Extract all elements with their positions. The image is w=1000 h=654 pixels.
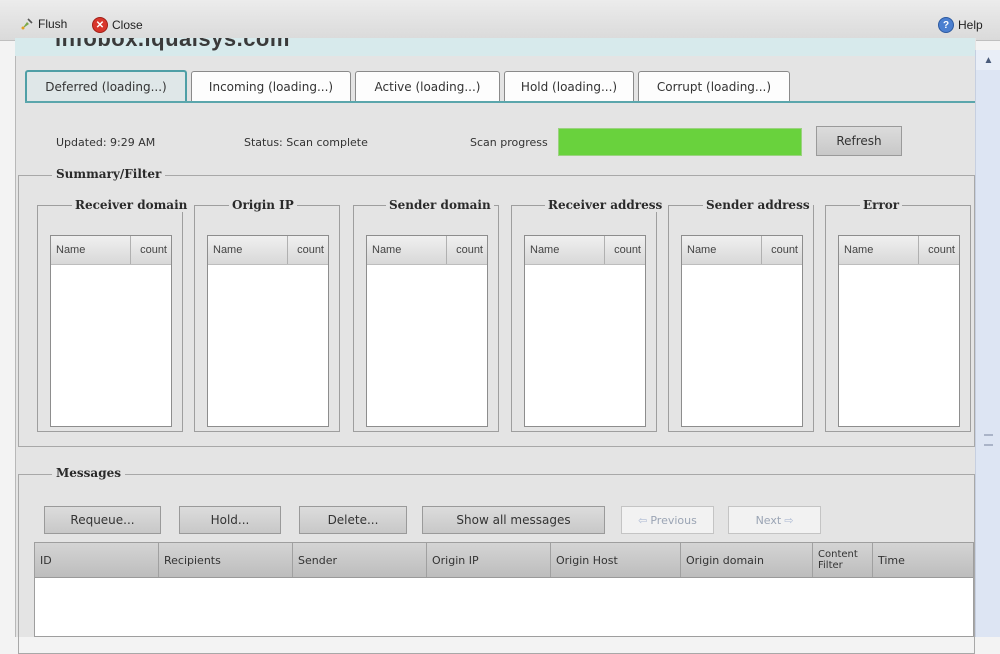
list-header: Name count (682, 236, 802, 265)
requeue-button[interactable]: Requeue... (44, 506, 161, 534)
flush-label: Flush (38, 17, 68, 31)
flush-icon (20, 17, 34, 31)
help-icon: ? (938, 17, 954, 33)
receiver-address-filter: Receiver address Name count (511, 198, 666, 432)
toolbar: Flush ✕ Close ? Help (0, 0, 1000, 41)
filter-title: Error (860, 198, 903, 212)
filter-list[interactable]: Name count (681, 235, 803, 427)
tab-deferred[interactable]: Deferred (loading...) (25, 70, 187, 101)
column-header-sender[interactable]: Sender (293, 543, 427, 577)
filter-title: Sender address (703, 198, 813, 212)
close-icon: ✕ (92, 17, 108, 33)
tab-label: Hold (loading...) (520, 80, 618, 94)
delete-label: Delete... (327, 513, 379, 527)
show-all-label: Show all messages (456, 513, 571, 527)
list-header: Name count (51, 236, 171, 265)
column-header-time[interactable]: Time (873, 543, 973, 577)
sender-domain-filter: Sender domain Name count (353, 198, 499, 432)
filter-list[interactable]: Name count (207, 235, 329, 427)
chevron-up-icon: ▲ (983, 54, 994, 66)
filter-list[interactable]: Name count (50, 235, 172, 427)
filter-title: Sender domain (386, 198, 494, 212)
tab-active[interactable]: Active (loading...) (355, 71, 500, 102)
scan-status: Status: Scan complete (244, 136, 368, 149)
help-label: Help (958, 18, 983, 32)
tab-hold[interactable]: Hold (loading...) (504, 71, 634, 102)
list-header: Name count (525, 236, 645, 265)
previous-label: Previous (650, 513, 697, 527)
scroll-grip[interactable] (984, 434, 993, 446)
refresh-button[interactable]: Refresh (816, 126, 902, 156)
show-all-messages-button[interactable]: Show all messages (422, 506, 605, 534)
column-header-origin-domain[interactable]: Origin domain (681, 543, 813, 577)
count-column-header[interactable]: count (919, 236, 959, 264)
list-header: Name count (208, 236, 328, 265)
count-column-header[interactable]: count (131, 236, 171, 264)
messages-legend: Messages (52, 466, 125, 480)
name-column-header[interactable]: Name (208, 236, 288, 264)
filter-list[interactable]: Name count (524, 235, 646, 427)
help-button[interactable]: ? Help (938, 17, 983, 33)
filter-list[interactable]: Name count (366, 235, 488, 427)
delete-button[interactable]: Delete... (299, 506, 407, 534)
count-column-header[interactable]: count (288, 236, 328, 264)
error-filter: Error Name count (825, 198, 971, 432)
vertical-scrollbar[interactable]: ▲ (975, 50, 1000, 637)
tab-corrupt[interactable]: Corrupt (loading...) (638, 71, 790, 102)
name-column-header[interactable]: Name (51, 236, 131, 264)
tab-label: Deferred (loading...) (45, 79, 167, 94)
column-header-content-filter[interactable]: Content Filter (813, 543, 873, 577)
hold-label: Hold... (210, 513, 250, 527)
next-button[interactable]: Next ⇨ (728, 506, 821, 534)
requeue-label: Requeue... (70, 513, 135, 527)
filter-title: Receiver domain (72, 198, 191, 212)
column-header-id[interactable]: ID (35, 543, 159, 577)
tab-label: Incoming (loading...) (208, 80, 334, 94)
tab-label: Corrupt (loading...) (656, 80, 772, 94)
flush-button[interactable]: Flush (20, 17, 67, 31)
name-column-header[interactable]: Name (682, 236, 762, 264)
list-header: Name count (839, 236, 959, 265)
summary-filter-legend: Summary/Filter (52, 167, 166, 181)
messages-table-header: ID Recipients Sender Origin IP Origin Ho… (35, 543, 973, 578)
close-button[interactable]: ✕ Close (92, 17, 143, 33)
scroll-up-button[interactable]: ▲ (976, 50, 1000, 70)
tab-incoming[interactable]: Incoming (loading...) (191, 71, 351, 102)
filter-title: Origin IP (229, 198, 297, 212)
messages-table[interactable]: ID Recipients Sender Origin IP Origin Ho… (34, 542, 974, 637)
origin-ip-filter: Origin IP Name count (194, 198, 340, 432)
next-label: Next (755, 513, 782, 527)
filter-title: Receiver address (545, 198, 666, 212)
header-band: infobox.iqualsys.com (15, 38, 975, 56)
arrow-left-icon: ⇦ (638, 513, 648, 527)
count-column-header[interactable]: count (605, 236, 645, 264)
column-header-origin-host[interactable]: Origin Host (551, 543, 681, 577)
count-column-header[interactable]: count (762, 236, 802, 264)
receiver-domain-filter: Receiver domain Name count (37, 198, 191, 432)
close-label: Close (112, 18, 143, 32)
list-header: Name count (367, 236, 487, 265)
arrow-right-icon: ⇨ (784, 513, 794, 527)
previous-button[interactable]: ⇦ Previous (621, 506, 714, 534)
filter-list[interactable]: Name count (838, 235, 960, 427)
tab-label: Active (loading...) (374, 80, 481, 94)
name-column-header[interactable]: Name (839, 236, 919, 264)
count-column-header[interactable]: count (447, 236, 487, 264)
scan-progress-bar (558, 128, 802, 156)
refresh-label: Refresh (836, 134, 882, 148)
server-name: infobox.iqualsys.com (55, 38, 290, 51)
hold-button[interactable]: Hold... (179, 506, 281, 534)
column-header-origin-ip[interactable]: Origin IP (427, 543, 551, 577)
tab-underline (25, 101, 975, 103)
updated-time: Updated: 9:29 AM (56, 136, 156, 149)
sender-address-filter: Sender address Name count (668, 198, 814, 432)
column-header-recipients[interactable]: Recipients (159, 543, 293, 577)
scan-progress-label: Scan progress (470, 136, 548, 149)
name-column-header[interactable]: Name (525, 236, 605, 264)
name-column-header[interactable]: Name (367, 236, 447, 264)
